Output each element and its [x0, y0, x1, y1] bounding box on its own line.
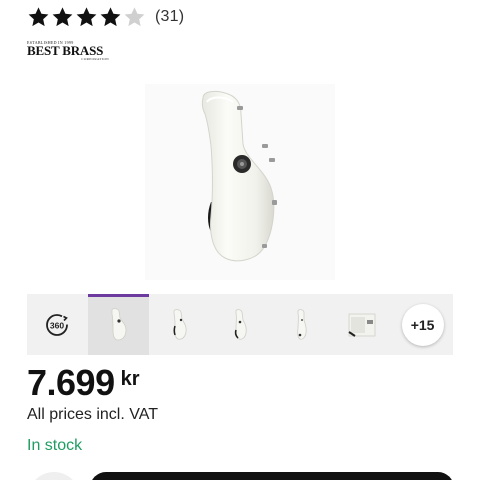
stock-status: In stock	[27, 437, 83, 454]
thumbnail-more[interactable]: +15	[392, 294, 453, 355]
thumbnail-2[interactable]	[149, 294, 210, 355]
thumbnail-3[interactable]	[210, 294, 271, 355]
rating-count[interactable]: (31)	[155, 8, 184, 26]
thumbnail-case-back-image	[297, 308, 307, 340]
star-filled-icon	[28, 7, 49, 27]
rating-stars	[27, 6, 147, 28]
thumbnail-1[interactable]	[87, 294, 149, 355]
product-main-image[interactable]	[145, 84, 335, 280]
wishlist-button[interactable]	[28, 472, 80, 480]
thumbnail-case-front-image	[111, 307, 127, 340]
thumbnail-strip: 360 +15	[27, 294, 453, 355]
thumbnail-case-side-image	[173, 308, 187, 340]
thumbnail-case-open-image	[348, 313, 376, 337]
brand-logo[interactable]: ESTABLISHED IN 1999 BEST BRASS CORPORATI…	[27, 40, 111, 62]
star-filled-icon	[100, 7, 121, 27]
more-images-button[interactable]: +15	[401, 303, 444, 346]
price-currency: kr	[120, 368, 140, 390]
brand-name: BEST BRASS	[27, 43, 104, 58]
rotate-360-icon: 360	[46, 313, 69, 336]
star-filled-icon	[52, 7, 73, 27]
thumbnail-5[interactable]	[331, 294, 392, 355]
rotate-360-label: 360	[50, 320, 64, 330]
star-empty-icon	[124, 7, 145, 27]
star-filled-icon	[76, 7, 97, 27]
thumbnail-case-angle-image	[234, 308, 247, 340]
saxophone-case-image	[201, 90, 277, 262]
thumbnail-360-view[interactable]: 360	[27, 294, 88, 355]
vat-note: All prices incl. VAT	[27, 406, 158, 423]
thumbnail-4[interactable]	[270, 294, 331, 355]
price: 7.699 kr	[27, 362, 140, 404]
price-value: 7.699	[27, 362, 115, 403]
rating-row[interactable]: (31)	[27, 5, 184, 29]
add-to-cart-button[interactable]	[90, 472, 454, 480]
